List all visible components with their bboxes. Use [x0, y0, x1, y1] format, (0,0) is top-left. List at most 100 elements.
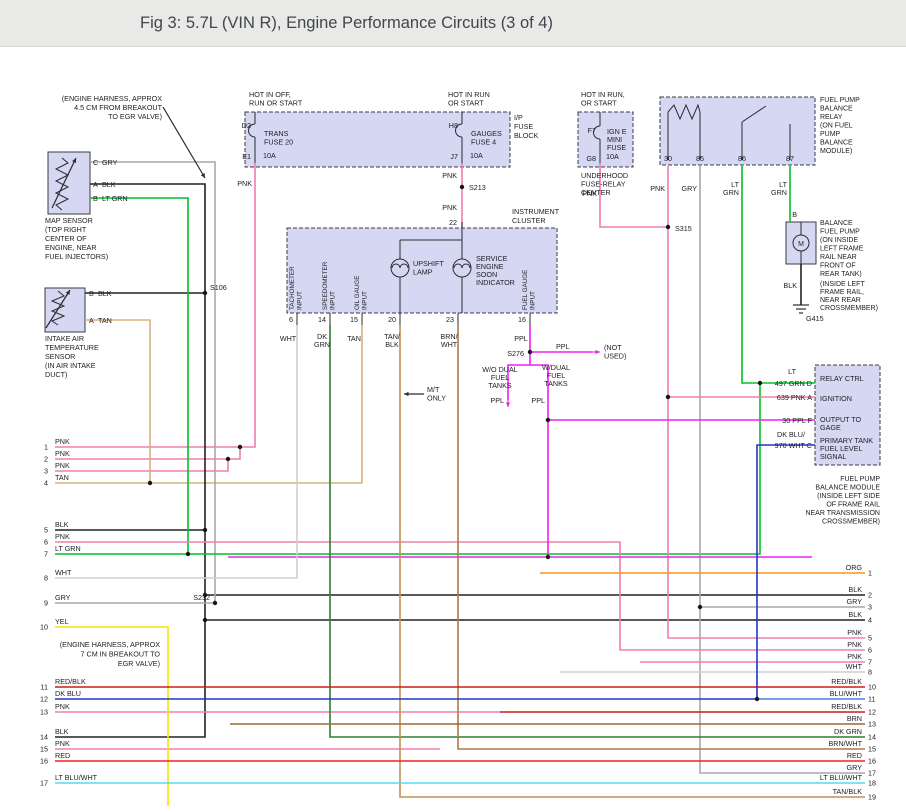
lbl-tan-pin15: TAN: [347, 334, 361, 343]
fuel-pump-balance-relay-caption: BALANCE: [820, 140, 853, 147]
lbl-speedometer-input: SPEEDOMETER: [322, 261, 329, 310]
left-pin-number: 6: [44, 538, 48, 547]
ckt-639-pnk-a: 639 PNK A: [777, 393, 812, 402]
junction-dot: [666, 225, 670, 229]
wire-ppl-w-dual: [530, 365, 815, 420]
lbl-fuel-gauge-input: INPUT: [530, 291, 537, 310]
map-pin-b-color: LT GRN: [102, 194, 128, 203]
left-pin-number: 2: [44, 455, 48, 464]
right-pin-number: 12: [868, 708, 876, 717]
right-pin-number: 10: [868, 683, 876, 692]
left-pin-number: 11: [41, 683, 48, 692]
map-sensor-box: [48, 152, 90, 214]
cluster-pin-20: 20: [388, 315, 396, 324]
left-wire-label: LT GRN: [55, 544, 81, 553]
right-pin-number: 2: [868, 591, 872, 600]
ckt-dk-blu: DK BLU/: [777, 430, 805, 439]
lbl-pnk-j7-lower: PNK: [442, 203, 457, 212]
ckt-497-grn-d: 497 GRN D: [775, 379, 812, 388]
junction-dot: [460, 185, 464, 189]
left-wire-label: PNK: [55, 532, 70, 541]
lbl-service-engine-soon: INDICATOR: [476, 278, 515, 287]
right-wire-label: LT BLU/WHT: [820, 773, 863, 782]
fuel-pump-balance-module-caption: NEAR TRANSMISSION: [805, 510, 880, 517]
left-pin-number: 12: [40, 695, 48, 704]
right-pin-number: 19: [868, 793, 876, 802]
lbl-g415: G415: [806, 314, 824, 323]
lbl-gry-relay85: GRY: [682, 184, 698, 193]
left-wire-label: PNK: [55, 702, 70, 711]
lbl-mt-only: ONLY: [427, 394, 446, 403]
fuel-pump-balance-module-caption: FUEL PUMP: [840, 476, 880, 483]
arrow-not-used-head: [595, 350, 600, 354]
pin-f7: F7: [588, 126, 596, 135]
ip-fuse-block: FUSE: [514, 122, 533, 131]
junction-dot: [203, 291, 207, 295]
lbl-tachometer-input: INPUT: [297, 291, 304, 310]
iat-pin-b: B: [89, 289, 94, 298]
left-wire-label: YEL: [55, 617, 69, 626]
balance-fuel-pump-caption: FRONT OF: [820, 263, 856, 270]
left-wire-label: BLK: [55, 727, 69, 736]
lbl-s232: S232: [193, 593, 210, 602]
wire-pnk-row3: [55, 459, 228, 471]
right-pin-number: 7: [868, 658, 872, 667]
left-pin-number: 4: [44, 479, 48, 488]
pin-g8: G8: [586, 154, 596, 163]
right-wire-label: BRN: [847, 714, 862, 723]
note-harness-bottom: EGR VALVE): [118, 659, 160, 668]
fuel-pump-balance-module-caption: BALANCE MODULE: [815, 485, 880, 492]
junction-dot: [546, 418, 550, 422]
right-wire-label: ORG: [846, 563, 863, 572]
lbl-not-used: USED): [604, 352, 626, 361]
module-ignition: IGNITION: [820, 394, 852, 403]
balance-fuel-pump-caption: RAIL NEAR: [820, 254, 857, 261]
map-pin-a: A: [93, 180, 98, 189]
hot-in-run-or-start: OR START: [448, 99, 484, 108]
hot-in-run-or-start-2: OR START: [581, 99, 617, 108]
left-wire-label: PNK: [55, 461, 70, 470]
left-wire-label: BLK: [55, 520, 69, 529]
right-wire-label: PNK: [847, 628, 862, 637]
lbl-s315: S315: [675, 224, 692, 233]
balance-fuel-pump-caption: FUEL PUMP: [820, 229, 860, 236]
left-pin-number: 14: [40, 733, 48, 742]
lbl-brnwht-pin23: WHT: [441, 340, 458, 349]
fuel-pump-balance-relay-caption: FUEL PUMP: [820, 97, 860, 104]
left-wire-label: PNK: [55, 739, 70, 748]
pin-e1: E1: [242, 152, 251, 161]
right-pin-number: 3: [868, 603, 872, 612]
right-pin-number: 6: [868, 646, 872, 655]
note-harness-top: 4.5 CM FROM BREAKOUT: [74, 103, 162, 112]
ckt-30-ppl-f: 30 PPL F: [782, 416, 812, 425]
balance-fuel-pump-caption: LEFT FRAME: [820, 246, 864, 253]
lbl-ppl-notused: PPL: [556, 342, 570, 351]
right-wire-label: TAN/BLK: [833, 787, 863, 796]
arrow-mt-only-head: [404, 392, 409, 396]
instrument-cluster-caption: INSTRUMENT: [512, 207, 560, 216]
lbl-speedometer-input: INPUT: [330, 291, 337, 310]
relay-pin-86: 86: [738, 154, 746, 163]
junction-dot: [148, 481, 152, 485]
iat-sensor-caption: (IN AIR INTAKE: [45, 361, 96, 370]
note-harness-top: (ENGINE HARNESS, APPROX: [62, 94, 162, 103]
page: { "header": { "title": "Fig 3: 5.7L (VIN…: [0, 0, 906, 812]
left-pin-number: 10: [40, 623, 48, 632]
relay-pin-87: 87: [786, 154, 794, 163]
wire-pnk-row6: [55, 542, 865, 650]
cluster-pin-22: 22: [449, 218, 457, 227]
right-wire-label: PNK: [847, 640, 862, 649]
iat-pin-b-color: BLK: [98, 289, 112, 298]
left-wire-label: WHT: [55, 568, 72, 577]
right-pin-number: 18: [868, 779, 876, 788]
pin-h8: H8: [449, 121, 458, 130]
wire-ppl-long-left: [228, 420, 548, 557]
lbl-ltgrn-relay87: GRN: [771, 188, 787, 197]
iat-sensor-caption: INTAKE AIR: [45, 334, 84, 343]
lbl-pnk-g8: PNK: [582, 189, 597, 198]
left-wire-label: TAN: [55, 473, 69, 482]
ign-e-fuse-amps: 10A: [606, 152, 619, 161]
junction-dot: [755, 697, 759, 701]
right-pin-number: 16: [868, 757, 876, 766]
map-sensor-caption: CENTER OF: [45, 234, 87, 243]
